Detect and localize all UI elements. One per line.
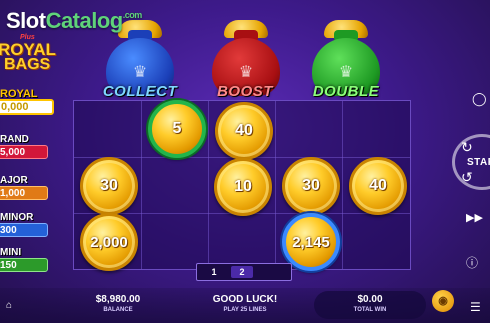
balance: $8,980.00 BALANCE [88, 294, 148, 313]
jackpot-label: MINI [0, 247, 22, 258]
coin-symbol: 40 [215, 102, 273, 160]
speaker-icon[interactable]: ◯ [472, 91, 487, 106]
grid-divider [342, 101, 343, 269]
coin-symbol: 10 [214, 158, 272, 216]
jackpot-label: RAND [0, 134, 29, 145]
coin-symbol: 30 [80, 157, 138, 215]
coin-stack-icon[interactable]: ◉ [432, 290, 454, 312]
jackpot-royal: ROYAL 0,000 [0, 88, 54, 118]
jackpot-label: MINOR [0, 212, 34, 223]
jackpot-grand: RAND 5,000 [0, 134, 50, 162]
grid-divider [141, 101, 142, 269]
crown-icon: ♛ [132, 64, 148, 81]
coin-symbol: 40 [349, 157, 407, 215]
grid-divider [208, 101, 209, 269]
fast-forward-icon[interactable]: ▶▶ [466, 211, 488, 225]
jackpot-value: 0,000 [0, 99, 54, 115]
jackpot-minor: MINOR 300 [0, 212, 50, 240]
coin-value: 30 [302, 177, 320, 194]
start-button[interactable]: ↻ START ↺ [452, 134, 490, 190]
page-1-button[interactable]: 1 [203, 266, 225, 278]
message-text: GOOD LUCK! [212, 294, 278, 305]
coin-value: 10 [234, 178, 252, 195]
win-label: TOTAL WIN [353, 307, 387, 313]
lines-text: PLAY 25 LINES [223, 307, 267, 313]
start-label: START [467, 157, 490, 168]
watermark: SlotCatalog.com [6, 8, 142, 34]
boost-label: BOOST [217, 83, 273, 100]
collect-label: COLLECT [102, 83, 178, 100]
game-logo: Plus ROYAL BAGS [0, 34, 58, 73]
watermark-part: Slot [6, 8, 46, 33]
coin-value: 2,000 [90, 233, 128, 251]
coin-symbol: 5 [148, 100, 206, 158]
coin-value: 5 [172, 120, 182, 137]
coin-value: 40 [369, 177, 387, 194]
coin-value: 2,145 [292, 233, 330, 251]
watermark-part: .com [122, 10, 143, 20]
rotate-arrow-icon: ↻ [461, 139, 473, 155]
jackpot-value: 5,000 [0, 145, 48, 159]
jackpot-label: AJOR [0, 175, 28, 186]
crown-icon: ♛ [338, 64, 354, 81]
message: GOOD LUCK! PLAY 25 LINES [200, 294, 290, 313]
balance-label: BALANCE [103, 307, 133, 313]
home-icon[interactable]: ⌂ [6, 300, 16, 311]
total-win: $0.00 TOTAL WIN [330, 294, 410, 313]
jackpot-value: 300 [0, 223, 48, 237]
crown-icon: ♛ [238, 64, 254, 81]
coin-symbol: 30 [282, 157, 340, 215]
balance-value: $8,980.00 [95, 294, 141, 305]
coin-symbol: 2,000 [80, 213, 138, 271]
win-value: $0.00 [357, 294, 383, 305]
jackpot-value: 1,000 [0, 186, 48, 200]
game-stage: ♛ ♛ ♛ COLLECT BOOST DOUBLE 5 40 30 10 30… [0, 0, 490, 323]
coin-value: 40 [235, 122, 253, 139]
jackpot-value: 150 [0, 258, 48, 272]
total-win-pill: $0.00 TOTAL WIN [314, 291, 426, 319]
coin-value: 30 [100, 177, 118, 194]
page-indicator: 1 2 [196, 263, 292, 281]
jackpot-major: AJOR 1,000 [0, 175, 50, 203]
double-label: DOUBLE [312, 83, 380, 100]
menu-icon[interactable]: ☰ [470, 300, 484, 314]
watermark-part: Catalog [45, 8, 124, 33]
page-2-button[interactable]: 2 [231, 266, 253, 278]
logo-bags: BAGS [4, 56, 51, 73]
rotate-arrow-icon: ↺ [461, 169, 473, 185]
jackpot-mini: MINI 150 [0, 247, 50, 275]
info-icon[interactable]: ⓘ [466, 254, 482, 270]
grid-divider [275, 101, 276, 269]
